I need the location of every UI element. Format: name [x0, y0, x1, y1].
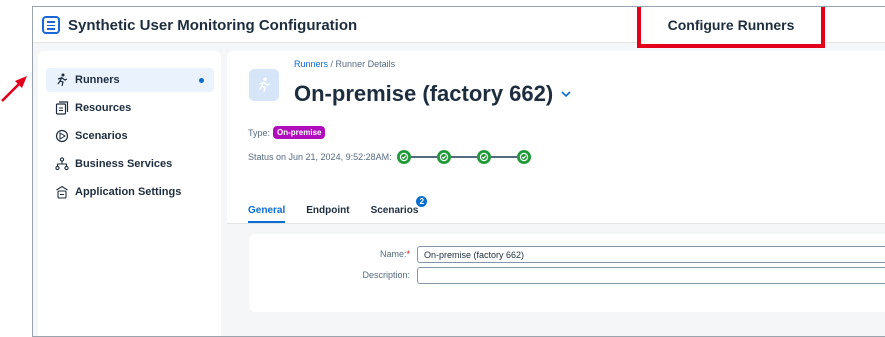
menu-list-icon[interactable] [42, 16, 60, 34]
status-success-icon[interactable] [476, 150, 491, 164]
name-label-text: Name: [379, 249, 407, 259]
sidebar-item-label: Scenarios [75, 130, 128, 142]
name-label: Name:* [310, 249, 410, 259]
sidebar-item-scenarios[interactable]: Scenarios [46, 124, 214, 148]
breadcrumb-separator: / [328, 59, 336, 69]
business-services-icon [54, 156, 70, 172]
status-attribute: Status on Jun 21, 2024, 9:52:28AM: [248, 150, 531, 164]
sidebar-item-application-settings[interactable]: Application Settings [46, 180, 214, 204]
tab-scenarios[interactable]: Scenarios 2 [370, 196, 428, 223]
resources-icon [54, 100, 70, 116]
general-form-card: Name:* Description: [249, 234, 885, 312]
side-navigation: Runners Resources Scenarios Business Ser… [38, 51, 221, 336]
application-settings-icon [54, 184, 70, 200]
status-success-icon[interactable] [396, 150, 411, 164]
description-input[interactable] [417, 267, 885, 284]
tab-general[interactable]: General [248, 201, 286, 223]
sidebar-item-business-services[interactable]: Business Services [46, 152, 214, 176]
status-label: Status on Jun 21, 2024, 9:52:28AM: [248, 152, 392, 162]
breadcrumb-link-runners[interactable]: Runners [294, 59, 328, 69]
shell-header: Synthetic User Monitoring Configuration … [33, 7, 885, 48]
name-input[interactable] [417, 246, 885, 263]
runner-icon [54, 72, 70, 88]
scenarios-icon [54, 128, 70, 144]
breadcrumb-current: Runner Details [335, 59, 396, 69]
tab-label: General [248, 205, 286, 216]
chevron-down-icon[interactable] [560, 88, 572, 100]
sidebar-item-label: Runners [75, 74, 120, 86]
pointer-arrow-icon [1, 76, 27, 102]
object-title: On-premise (factory 662) [294, 81, 572, 107]
status-connector [410, 156, 437, 158]
sidebar-item-label: Application Settings [75, 186, 182, 198]
selected-indicator-dot [199, 78, 204, 83]
status-success-icon[interactable] [516, 150, 531, 164]
tab-bar: General Endpoint Scenarios 2 [248, 196, 439, 223]
runner-avatar [249, 69, 279, 101]
tab-label: Endpoint [306, 205, 350, 216]
tab-label: Scenarios [370, 205, 419, 216]
general-section: Name:* Description: [227, 224, 885, 336]
sidebar-item-runners[interactable]: Runners [46, 68, 214, 92]
sidebar-item-resources[interactable]: Resources [46, 96, 214, 120]
runner-icon [258, 77, 271, 93]
description-label: Description: [362, 270, 410, 280]
sidebar-item-label: Resources [75, 102, 132, 114]
app-window: Synthetic User Monitoring Configuration … [32, 6, 885, 337]
type-attribute: Type: On-premise [248, 126, 326, 139]
type-badge: On-premise [273, 126, 326, 139]
breadcrumb: Runners / Runner Details [294, 59, 395, 69]
configure-runners-label: Configure Runners [667, 17, 795, 33]
object-page: Runners / Runner Details On-premise (fac… [227, 51, 885, 336]
status-steps [396, 150, 531, 164]
tab-count-badge: 2 [416, 196, 428, 207]
status-connector [450, 156, 477, 158]
configure-runners-callout: Configure Runners [637, 7, 825, 48]
type-label: Type: [248, 127, 271, 138]
app-title: Synthetic User Monitoring Configuration [68, 17, 358, 34]
tab-endpoint[interactable]: Endpoint [306, 201, 349, 223]
status-success-icon[interactable] [436, 150, 451, 164]
sidebar-item-label: Business Services [75, 158, 173, 170]
object-title-text: On-premise (factory 662) [294, 81, 554, 106]
status-connector [490, 156, 517, 158]
required-marker: * [406, 249, 410, 259]
